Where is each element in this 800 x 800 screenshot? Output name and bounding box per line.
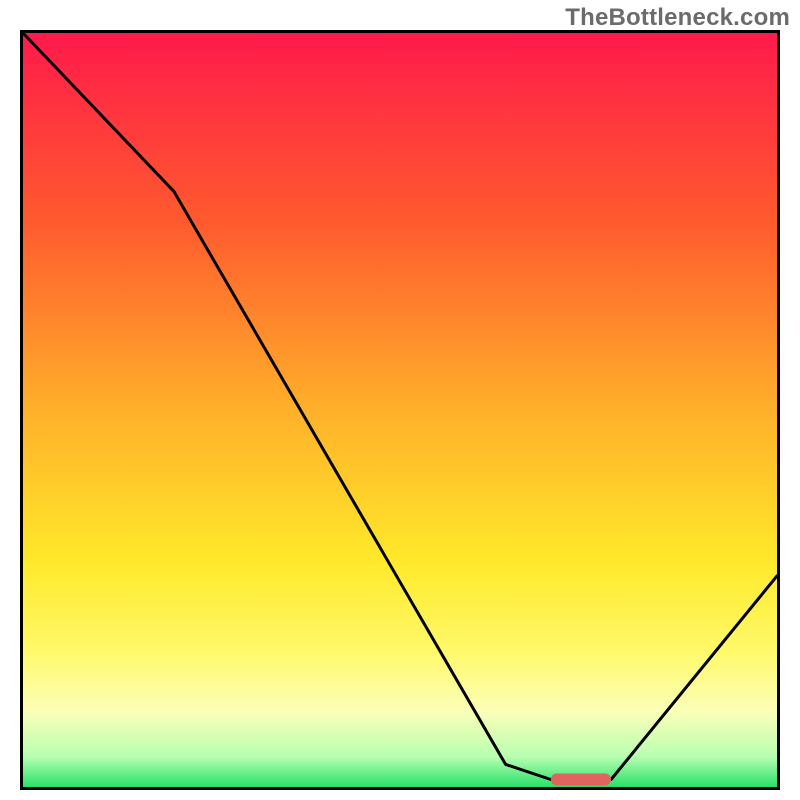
bottleneck-chart: [20, 30, 780, 790]
chart-background: [23, 33, 777, 787]
chart-frame: TheBottleneck.com: [0, 0, 800, 800]
watermark-text: TheBottleneck.com: [565, 4, 790, 32]
optimum-marker: [551, 774, 611, 786]
